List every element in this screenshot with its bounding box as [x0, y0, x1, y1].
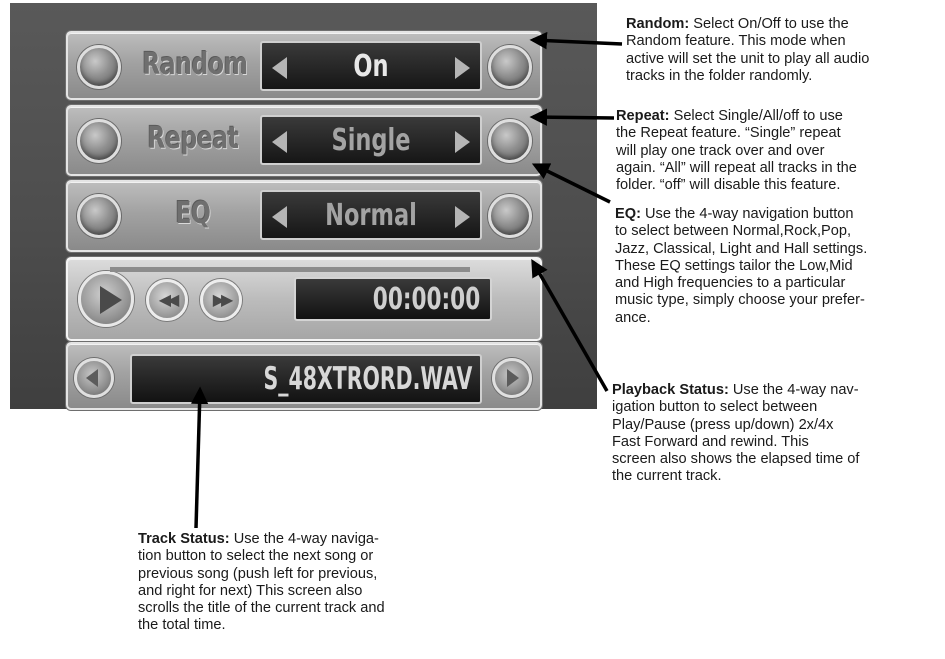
description-text: Select On/Off to use the	[689, 16, 849, 32]
description-line: active will set the unit to play all aud…	[626, 51, 941, 68]
description-text: Play/Pause (press up/down) 2x/4x	[612, 416, 834, 433]
description-text: and right for next) This screen also	[138, 582, 363, 599]
eq-arrow	[531, 163, 611, 204]
description-line: previous song (push left for previous,	[138, 566, 438, 583]
playback-description: Playback Status: Use the 4-way nav-igati…	[612, 382, 941, 486]
description-text: again. “All” will repeat all tracks in t…	[616, 159, 857, 176]
description-title: EQ:	[615, 206, 641, 222]
description-text: the total time.	[138, 617, 226, 634]
description-line: to select between Normal,Rock,Pop,	[615, 223, 941, 240]
description-line: the total time.	[138, 617, 438, 634]
description-line: Random feature. This mode when	[626, 33, 941, 50]
description-line: Playback Status: Use the 4-way nav-	[612, 382, 941, 399]
description-line: igation button to select between	[612, 399, 941, 416]
description-line: Fast Forward and rewind. This	[612, 434, 941, 451]
description-line: Track Status: Use the 4-way naviga-	[138, 531, 438, 548]
description-line: tracks in the folder randomly.	[626, 68, 941, 85]
description-line: screen also shows the elapsed time of	[612, 451, 941, 468]
description-text: Select Single/All/off to use	[669, 108, 843, 124]
description-line: and High frequencies to a particular	[615, 275, 941, 292]
description-title: Playback Status:	[612, 382, 729, 398]
description-line: Random: Select On/Off to use the	[626, 16, 941, 33]
description-title: Repeat:	[616, 108, 670, 124]
description-text: to select between Normal,Rock,Pop,	[615, 223, 852, 240]
description-title: Track Status:	[138, 531, 230, 547]
description-text: previous song (push left for previous,	[138, 565, 378, 582]
description-text: the Repeat feature. “Single” repeat	[616, 125, 841, 142]
description-text: music type, simply choose your prefer-	[615, 292, 865, 309]
description-text: active will set the unit to play all aud…	[626, 50, 870, 67]
description-line: the Repeat feature. “Single” repeat	[616, 125, 941, 142]
description-line: tion button to select the next song or	[138, 548, 438, 565]
description-text: tracks in the folder randomly.	[626, 67, 813, 84]
description-text: Use the 4-way navigation button	[640, 206, 854, 222]
description-text: Use the 4-way naviga-	[229, 531, 379, 547]
description-text: These EQ settings tailor the Low,Mid	[615, 257, 853, 274]
description-text: will play one track over and over	[616, 142, 825, 159]
description-text: the current track.	[612, 468, 722, 485]
random-arrow	[529, 31, 623, 50]
description-line: again. “All” will repeat all tracks in t…	[616, 160, 941, 177]
description-text: Fast Forward and rewind. This	[612, 433, 809, 450]
description-line: Play/Pause (press up/down) 2x/4x	[612, 417, 941, 434]
description-text: scrolls the title of the current track a…	[138, 600, 385, 617]
description-line: These EQ settings tailor the Low,Mid	[615, 258, 941, 275]
description-line: and right for next) This screen also	[138, 583, 438, 600]
repeat-description: Repeat: Select Single/All/off to use the …	[616, 108, 941, 194]
description-line: folder. “off” will disable this feature.	[616, 177, 941, 194]
description-text: ance.	[615, 309, 651, 326]
description-text: Jazz, Classical, Light and Hall settings…	[615, 240, 868, 257]
random-description: Random: Select On/Off to use the Random f…	[626, 16, 941, 85]
description-line: scrolls the title of the current track a…	[138, 600, 438, 617]
track-arrow	[190, 386, 209, 529]
description-line: music type, simply choose your prefer-	[615, 292, 941, 309]
playback-arrow	[531, 258, 609, 392]
description-line: ance.	[615, 310, 941, 327]
description-text: igation button to select between	[612, 399, 818, 416]
description-text: and High frequencies to a particular	[615, 275, 846, 292]
description-text: tion button to select the next song or	[138, 548, 374, 565]
description-text: folder. “off” will disable this feature.	[616, 177, 841, 194]
description-line: the current track.	[612, 468, 941, 485]
description-line: EQ: Use the 4-way navigation button	[615, 206, 941, 223]
description-line: will play one track over and over	[616, 143, 941, 160]
eq-description: EQ: Use the 4-way navigation button to se…	[615, 206, 941, 327]
description-line: Jazz, Classical, Light and Hall settings…	[615, 241, 941, 258]
description-text: screen also shows the elapsed time of	[612, 451, 860, 468]
description-text: Use the 4-way nav-	[728, 382, 859, 398]
description-title: Random:	[626, 16, 690, 32]
description-text: Random feature. This mode when	[626, 33, 846, 50]
repeat-arrow	[529, 108, 615, 126]
track-description: Track Status: Use the 4-way naviga-tion …	[138, 531, 438, 635]
description-line: Repeat: Select Single/All/off to use	[616, 108, 941, 125]
